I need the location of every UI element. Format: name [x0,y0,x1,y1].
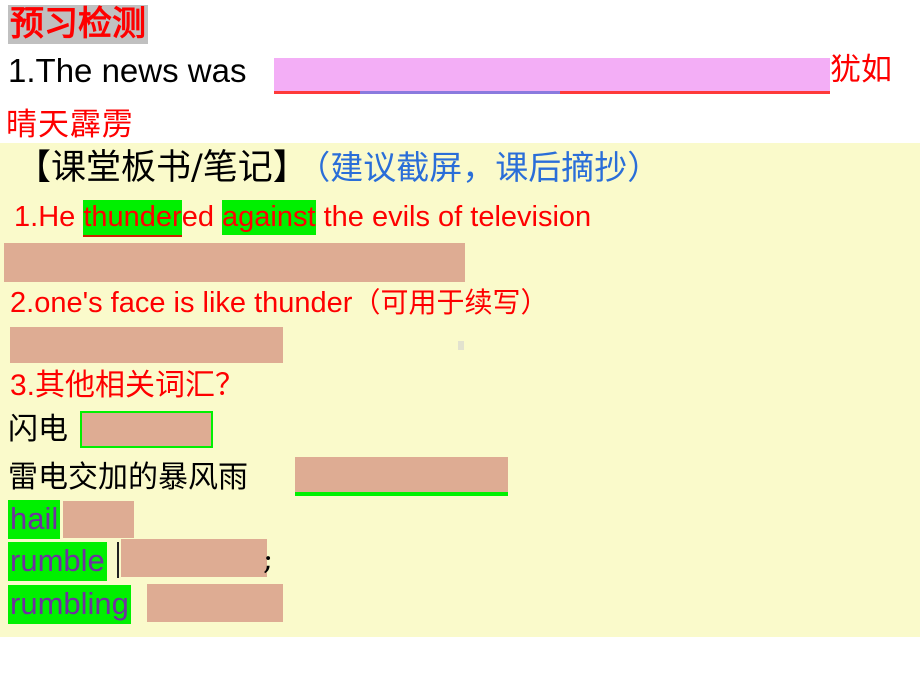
answer-underline-segment-red-left [274,91,360,94]
notes-heading-blue: （建议截屏，课后摘抄） [313,148,661,187]
vocab-answer-cover-2 [295,457,508,496]
vocab-4-trailing-semicolon: ; [263,542,274,577]
slide-canvas: 预习检测 1.The news was 犹如 晴天霹雳 【课堂板书/笔记】 （建议… [0,0,920,690]
vocab-label-1: 闪电 [8,412,68,447]
note-item-2-answer-cover [10,327,283,363]
note-item-3-text: 其他相关词汇？ [35,368,246,403]
note-item-1-highlight-against: against [222,200,316,235]
translation-text-part2: 晴天霹雳 [6,107,134,143]
notes-heading: 【课堂板书/笔记】 （建议截屏，课后摘抄） [16,151,660,186]
vocab-label-2: 雷电交加的暴风雨 [8,460,248,495]
vocab-label-3-wrap: hail [8,500,61,539]
slide-title: 预习检测 [8,5,148,44]
vocab-answer-cover-3 [63,501,134,538]
vocab-answer-cover-5 [147,584,283,622]
note-item-2-text: one's face is like thunder [34,287,353,319]
question-1-number: 1. [8,52,36,89]
note-item-1-number: 1. [14,201,39,233]
vocab-label-3: hail [8,500,61,539]
question-1-text: The news was [35,52,247,89]
vocab-label-4-wrap: rumble [8,542,107,581]
answer-blank-cover-1 [274,58,830,91]
stray-pen-stroke [117,542,119,578]
answer-underline-segment-red-right [560,91,830,94]
note-item-1: 1.He thundered against the evils of tele… [14,200,592,237]
vocab-answer-cover-1 [80,411,213,448]
answer-underline-segment-purple [360,91,560,94]
note-item-2-paren: （可用于续写） [352,286,549,319]
note-item-2-number: 2. [10,287,35,319]
vocab-label-5: rumbling [8,585,131,624]
note-item-3-number: 3. [10,369,36,402]
note-item-1-post: the evils of television [315,201,592,233]
slide-title-text: 预习检测 [8,4,148,44]
notes-board: 【课堂板书/笔记】 （建议截屏，课后摘抄） 1.He thundered agai… [0,143,920,637]
note-item-1-answer-cover [4,243,465,282]
note-item-3: 3.其他相关词汇？ [10,371,245,401]
vocab-label-5-wrap: rumbling [8,585,131,624]
vocab-answer-cover-4 [121,539,267,577]
notes-heading-black: 【课堂板书/笔记】 [16,148,308,188]
vocab-label-4: rumble [8,542,107,581]
note-item-1-pre: He [38,201,84,233]
note-item-2: 2.one's face is like thunder（可用于续写） [10,289,548,318]
note-item-1-highlight-thunder: thunder [83,200,182,237]
translation-text-part1: 犹如 [830,52,892,88]
note-item-1-mid: ed [181,201,223,233]
question-1-line: 1.The news was [8,52,246,90]
stray-mark [458,341,464,350]
